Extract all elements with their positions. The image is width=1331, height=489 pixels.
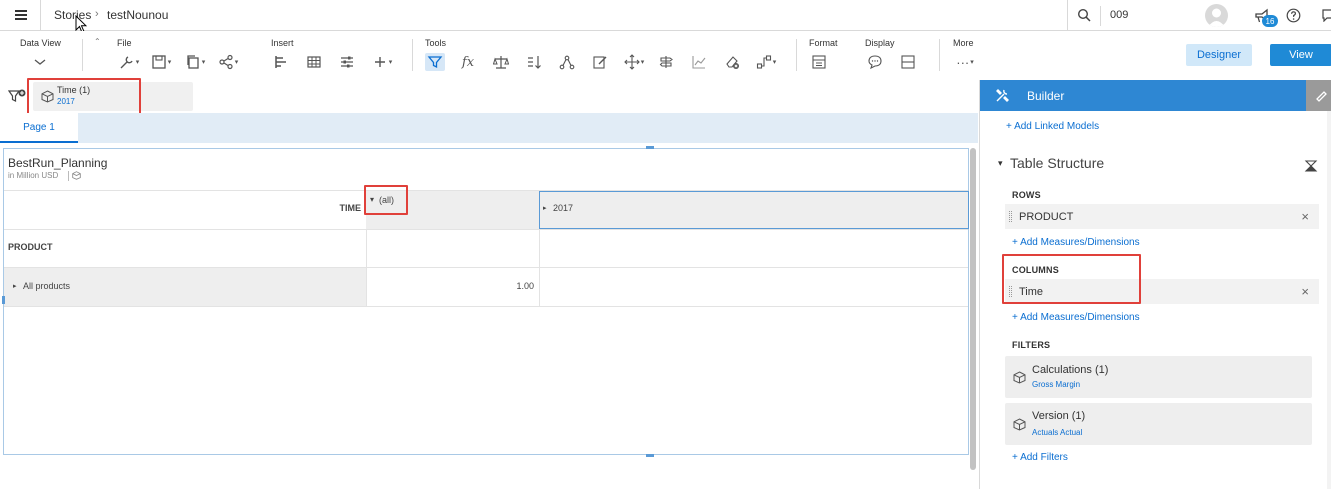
layout-icon[interactable] (898, 53, 918, 71)
save-icon[interactable]: ▾ (149, 53, 173, 71)
column-dimension-label: TIME (339, 203, 362, 213)
group-label-format: Format (809, 38, 838, 48)
scale-icon[interactable] (491, 53, 511, 71)
add-measures-dimensions-rows-link[interactable]: + Add Measures/Dimensions (1012, 237, 1140, 248)
collapse-triangle-icon[interactable]: ▾ (998, 158, 1003, 169)
notification-badge: 16 (1262, 15, 1278, 27)
more-icon[interactable]: ··· ▾ (952, 53, 978, 71)
edit-icon[interactable] (590, 53, 610, 71)
chevron-right-icon: › (95, 8, 99, 20)
move-icon[interactable]: ▾ (621, 53, 647, 71)
filter-card-title: Calculations (1) (1032, 364, 1109, 376)
bar-chart-icon[interactable] (271, 53, 291, 71)
cube-icon (72, 171, 81, 180)
tools-icon[interactable] (995, 88, 1010, 103)
filter-icon[interactable] (425, 53, 445, 71)
grid-line (4, 306, 968, 307)
group-label-display: Display (865, 38, 895, 48)
comment-icon[interactable] (865, 53, 885, 71)
resize-handle[interactable] (646, 454, 654, 457)
highlight-box-columns (1002, 254, 1141, 304)
filter-card-version[interactable]: Version (1) Actuals Actual (1005, 403, 1312, 445)
clear-format-icon[interactable] (722, 53, 742, 71)
swap-axis-icon[interactable] (1304, 159, 1318, 173)
help-icon[interactable] (1286, 8, 1301, 23)
grid-line (4, 229, 968, 230)
resize-handle[interactable] (2, 296, 5, 304)
table-structure-heading: Table Structure (1010, 155, 1105, 171)
format-icon[interactable] (809, 53, 829, 71)
wrench-icon[interactable]: ▾ (117, 53, 141, 71)
add-filters-link[interactable]: + Add Filters (1012, 452, 1068, 463)
page-tab-strip: Page 1 (0, 113, 978, 143)
toolbar: Data View ⌃ File ▾ ▾ ▾ ▾ Insert ▾ Tools … (0, 31, 1331, 77)
collapse-icon[interactable]: ⌃ (94, 37, 101, 46)
builder-header: Builder (980, 80, 1306, 111)
column-member-2017[interactable]: 2017 (553, 203, 573, 213)
signpost-icon[interactable] (656, 53, 676, 71)
designer-button[interactable]: Designer (1186, 44, 1252, 66)
formula-icon[interactable]: fx (458, 53, 478, 71)
subtitle-divider (68, 171, 69, 181)
trend-icon[interactable] (689, 53, 709, 71)
rows-item-label: PRODUCT (1019, 210, 1074, 223)
hierarchy-icon[interactable] (557, 53, 577, 71)
input-control-icon[interactable] (337, 53, 357, 71)
chat-icon[interactable] (1322, 9, 1331, 22)
resize-handle[interactable] (646, 146, 654, 149)
expand-arrow-icon[interactable]: ▸ (13, 282, 17, 290)
panel-scrollbar[interactable] (1327, 111, 1331, 489)
top-bar: Stories › testNounou 009 16 (0, 0, 1331, 34)
cube-icon (1013, 418, 1026, 431)
column-header-2017-cell[interactable] (539, 191, 969, 229)
chevron-down-icon[interactable] (30, 53, 50, 71)
breadcrumb-current: testNounou (107, 8, 169, 22)
group-label-tools: Tools (425, 38, 447, 48)
add-measures-dimensions-columns-link[interactable]: + Add Measures/Dimensions (1012, 312, 1140, 323)
group-label-more: More (953, 38, 974, 48)
filters-label: FILTERS (1012, 340, 1051, 350)
close-icon[interactable]: × (1301, 284, 1309, 299)
group-label-file: File (117, 38, 132, 48)
filter-card-value: Gross Margin (1032, 380, 1081, 389)
builder-title: Builder (1027, 89, 1065, 103)
add-linked-models-link[interactable]: + Add Linked Models (1006, 121, 1099, 132)
table-subtitle: in Million USD (8, 171, 59, 180)
styling-tab[interactable] (1306, 80, 1331, 111)
row-dimension-label: PRODUCT (8, 242, 53, 252)
add-filter-icon[interactable] (8, 89, 28, 103)
table-widget[interactable]: BestRun_Planning in Million USD TIME ▾ (… (3, 148, 969, 455)
highlight-box-all-header (364, 185, 408, 215)
group-label-insert: Insert (271, 38, 294, 48)
close-icon[interactable]: × (1301, 209, 1309, 224)
copy-icon[interactable]: ▾ (183, 53, 207, 71)
filter-card-title: Version (1) (1032, 410, 1086, 422)
data-cell-value[interactable]: 1.00 (474, 281, 534, 291)
table-title: BestRun_Planning (8, 156, 108, 170)
rows-label: ROWS (1012, 190, 1041, 200)
paintbrush-icon (1314, 88, 1328, 102)
share-icon[interactable]: ▾ (216, 53, 240, 71)
search-input[interactable]: 009 (1110, 9, 1128, 21)
rows-item-product[interactable]: PRODUCT × (1005, 204, 1319, 229)
search-icon[interactable] (1077, 8, 1091, 22)
sort-icon[interactable] (524, 53, 544, 71)
hamburger-icon[interactable] (14, 8, 28, 22)
tab-page-1[interactable]: Page 1 (0, 113, 78, 143)
row-member-all-products[interactable]: All products (23, 281, 70, 291)
add-icon[interactable]: ▾ (370, 53, 394, 71)
expand-arrow-icon[interactable]: ▸ (543, 204, 547, 212)
cube-icon (1013, 371, 1026, 384)
filter-card-value: Actuals Actual (1032, 428, 1083, 437)
table-icon[interactable] (304, 53, 324, 71)
link-dimensions-icon[interactable]: ▾ (753, 53, 779, 71)
filter-card-calculations[interactable]: Calculations (1) Gross Margin (1005, 356, 1312, 398)
group-label-data-view: Data View (20, 38, 61, 48)
vertical-scrollbar[interactable] (970, 148, 976, 470)
avatar[interactable] (1205, 4, 1228, 27)
view-button[interactable]: View (1270, 44, 1331, 66)
drag-handle-icon[interactable] (1009, 211, 1012, 222)
